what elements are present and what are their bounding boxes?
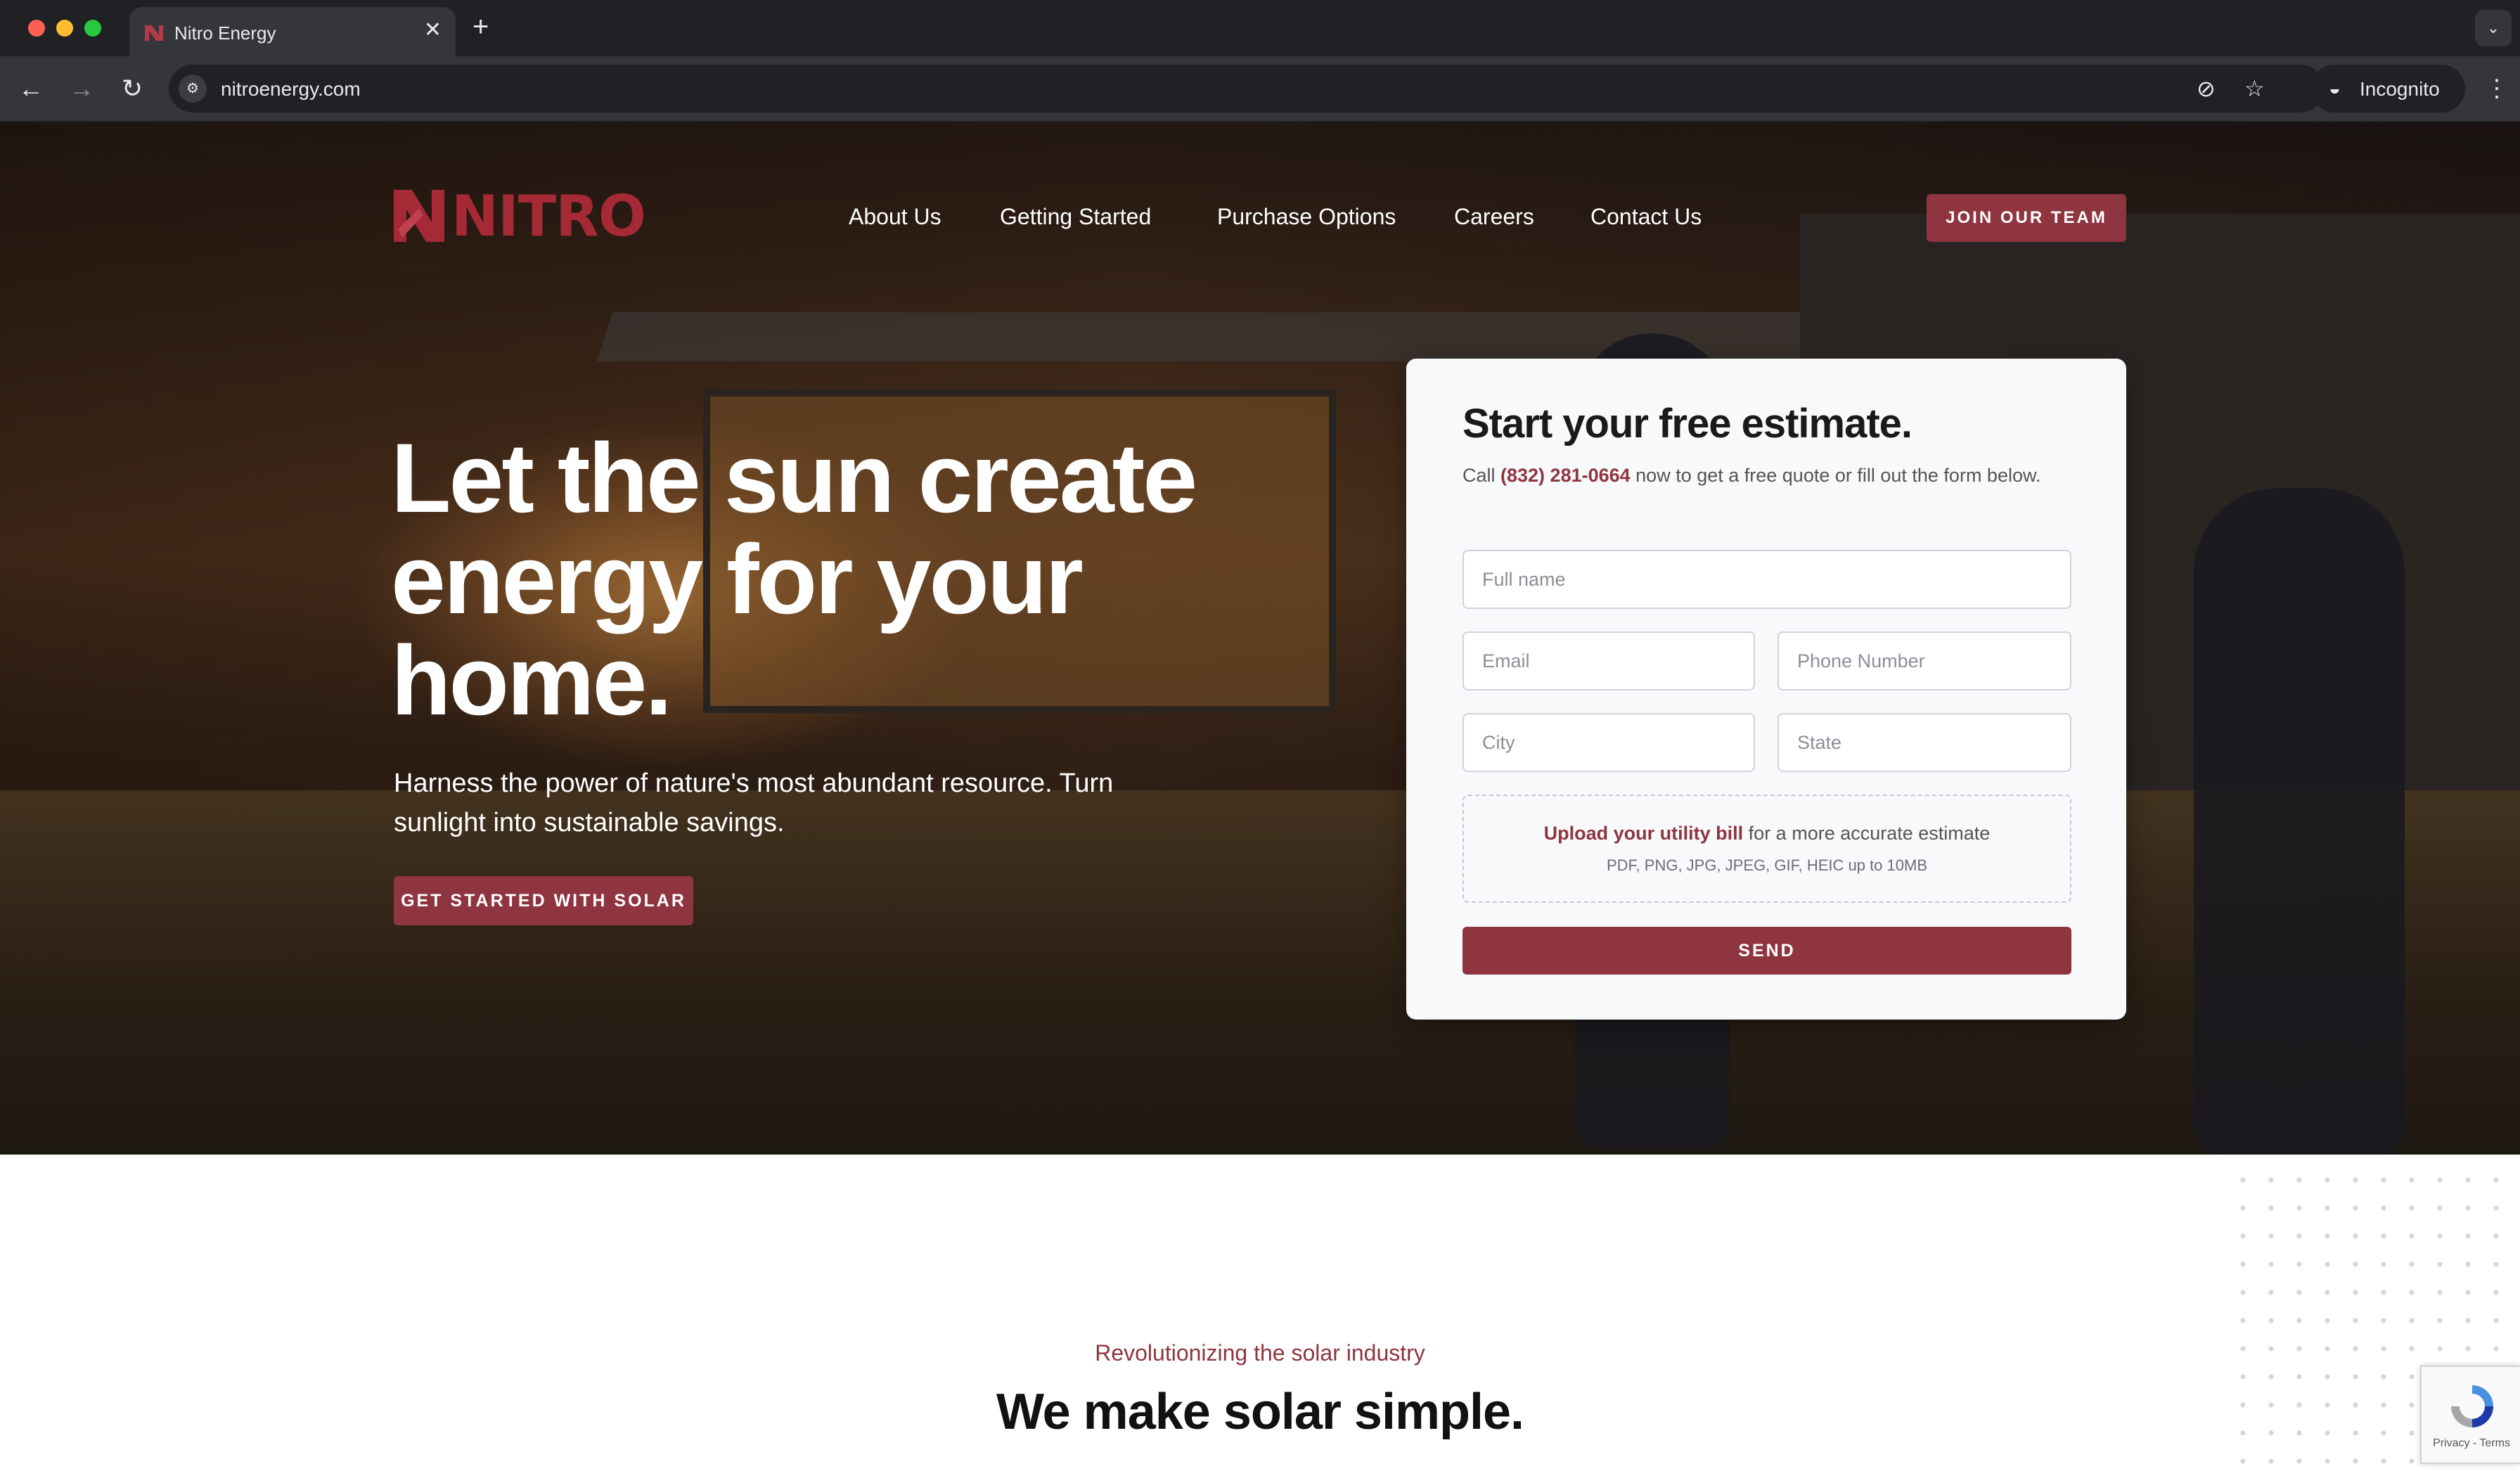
- tab-close-icon[interactable]: ✕: [424, 20, 442, 41]
- incognito-icon: ◒: [2329, 77, 2341, 99]
- form-title: Start your free estimate.: [1462, 401, 1912, 447]
- bookmark-star-icon[interactable]: ☆: [2244, 76, 2265, 101]
- phone-number-input[interactable]: Phone Number: [1778, 631, 2071, 690]
- hero-subtext: Harness the power of nature's most abund…: [394, 769, 1114, 837]
- estimate-form-card: Start your free estimate. Call (832) 281…: [1406, 359, 2126, 1020]
- browser-tab-bar: Nitro Energy ✕ + ⌄: [0, 0, 2520, 56]
- hero-headline: Let the sun create energy for your home.: [391, 423, 1197, 736]
- incognito-badge[interactable]: ◒ Incognito: [2310, 65, 2465, 113]
- send-button[interactable]: SEND: [1462, 927, 2071, 975]
- get-started-button[interactable]: GET STARTED WITH SOLAR: [394, 876, 693, 925]
- tab-search-chevron-icon[interactable]: ⌄: [2475, 10, 2512, 46]
- nitro-favicon-icon: [145, 25, 163, 41]
- recaptcha-icon: [2451, 1385, 2493, 1427]
- nav-purchase-options[interactable]: Purchase Options: [1217, 204, 1396, 229]
- nav-contact-us[interactable]: Contact Us: [1590, 204, 1702, 229]
- back-arrow-icon[interactable]: ←: [15, 73, 46, 104]
- form-desc-prefix: Call: [1462, 465, 1501, 486]
- email-input[interactable]: Email: [1462, 631, 1755, 690]
- eye-off-icon[interactable]: ⊘: [2197, 76, 2216, 101]
- phone-link[interactable]: (832) 281-0664: [1500, 465, 1631, 486]
- window-minimize-button[interactable]: [56, 20, 73, 37]
- form-description: Call (832) 281-0664 now to get a free qu…: [1462, 461, 2081, 489]
- full-name-input[interactable]: Full name: [1462, 550, 2071, 609]
- upload-formats: PDF, PNG, JPG, JPEG, GIF, HEIC up to 10M…: [1606, 856, 1928, 874]
- window-zoom-button[interactable]: [84, 20, 101, 37]
- forward-arrow-icon[interactable]: →: [66, 73, 97, 104]
- section-eyebrow: Revolutionizing the solar industry: [1095, 1340, 1425, 1366]
- web-page: NITRO About Us Getting Started Purchase …: [0, 122, 2520, 1471]
- person-silhouette-image: [2194, 488, 2405, 1155]
- upload-suffix: for a more accurate estimate: [1743, 823, 1991, 844]
- recaptcha-privacy-terms[interactable]: Privacy - Terms: [2422, 1437, 2520, 1450]
- url-text[interactable]: nitroenergy.com: [221, 78, 361, 101]
- upload-utility-bill-link[interactable]: Upload your utility bill: [1544, 823, 1744, 844]
- tab-title: Nitro Energy: [174, 23, 276, 44]
- nav-careers[interactable]: Careers: [1454, 204, 1534, 229]
- state-input[interactable]: State: [1778, 713, 2071, 772]
- new-tab-icon[interactable]: +: [472, 13, 489, 41]
- logo-text: NITRO: [451, 184, 646, 249]
- recaptcha-badge[interactable]: Privacy - Terms: [2420, 1366, 2520, 1464]
- browser-tab[interactable]: Nitro Energy ✕: [129, 7, 456, 56]
- omnibox[interactable]: ⚙ nitroenergy.com ⊘ ☆: [169, 65, 2325, 113]
- window-close-button[interactable]: [28, 20, 45, 37]
- reload-icon[interactable]: ↻: [117, 73, 148, 104]
- utility-bill-upload-dropzone[interactable]: Upload your utility bill for a more accu…: [1462, 795, 2071, 903]
- incognito-label: Incognito: [2360, 78, 2440, 100]
- site-info-icon[interactable]: ⚙: [179, 75, 207, 103]
- upload-instruction: Upload your utility bill for a more accu…: [1464, 823, 2070, 844]
- browser-menu-icon[interactable]: ⋮: [2485, 73, 2509, 104]
- section-title: We make solar simple.: [996, 1384, 1524, 1440]
- nav-about-us[interactable]: About Us: [849, 204, 941, 229]
- nitro-logo-mark-icon: [394, 190, 444, 242]
- form-desc-suffix: now to get a free quote or fill out the …: [1630, 465, 2041, 486]
- nav-getting-started[interactable]: Getting Started: [1000, 204, 1151, 229]
- city-input[interactable]: City: [1462, 713, 1755, 772]
- hero-section: NITRO About Us Getting Started Purchase …: [0, 122, 2520, 1155]
- join-our-team-button[interactable]: JOIN OUR TEAM: [1927, 194, 2126, 242]
- grass-image: [0, 790, 2520, 1155]
- address-bar: ← → ↻ ⚙ nitroenergy.com ⊘ ☆ ◒ Incognito …: [0, 56, 2520, 122]
